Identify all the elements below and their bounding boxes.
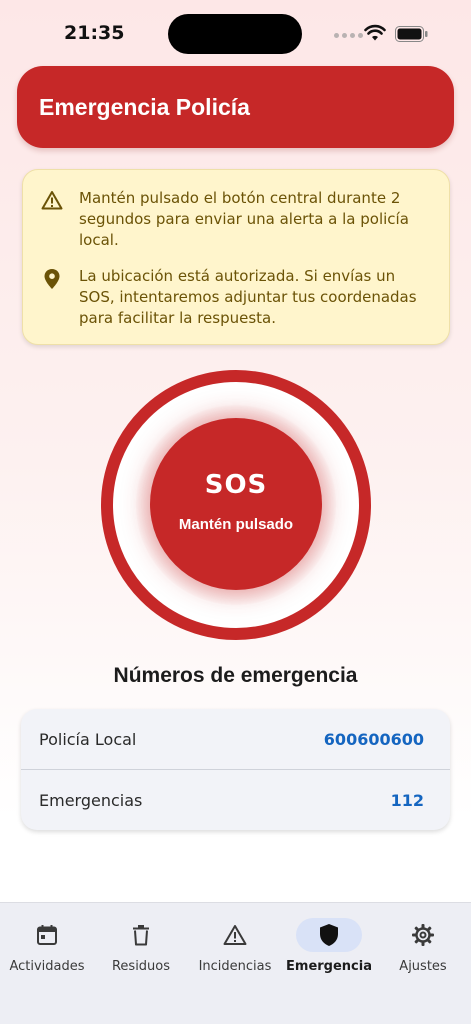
location-pin-icon <box>41 268 67 329</box>
emergency-numbers-title: Números de emergencia <box>113 664 358 687</box>
info-card: Mantén pulsado el botón central durante … <box>22 169 450 345</box>
nav-item-incidencias[interactable]: Incidencias <box>188 917 282 974</box>
nav-item-actividades[interactable]: Actividades <box>0 917 94 974</box>
calendar-icon <box>37 925 57 945</box>
sos-button[interactable]: SOS Mantén pulsado <box>150 418 322 590</box>
bottom-navigation: Actividades Residuos Incidencias Emergen… <box>0 902 471 1024</box>
page-title: Emergencia Policía <box>39 93 250 120</box>
cellular-signal-icon <box>334 33 363 38</box>
phone-number-link[interactable]: 600600600 <box>324 730 424 749</box>
warning-icon <box>223 925 247 945</box>
nav-label: Incidencias <box>198 959 272 974</box>
nav-item-ajustes[interactable]: Ajustes <box>376 917 470 974</box>
gear-icon <box>412 924 434 946</box>
emergency-numbers-list: Policía Local 600600600 Emergencias 112 <box>21 709 450 830</box>
nav-item-residuos[interactable]: Residuos <box>94 917 188 974</box>
location-notice-text: La ubicación está autorizada. Si envías … <box>79 267 417 327</box>
phone-number-link[interactable]: 112 <box>391 791 424 810</box>
wifi-icon <box>364 24 386 41</box>
warning-icon <box>41 190 67 251</box>
list-item-policia-local[interactable]: Policía Local 600600600 <box>21 709 450 769</box>
app-header: Emergencia Policía <box>17 66 454 148</box>
nav-item-emergencia[interactable]: Emergencia <box>282 917 376 974</box>
nav-label: Actividades <box>9 959 85 974</box>
location-notice: La ubicación está autorizada. Si envías … <box>41 266 429 329</box>
status-bar: 21:35 <box>0 0 471 64</box>
sos-label: SOS <box>204 469 268 500</box>
battery-icon <box>395 26 428 42</box>
shield-icon <box>320 924 338 946</box>
list-item-emergencias[interactable]: Emergencias 112 <box>21 770 450 830</box>
trash-icon <box>133 925 149 946</box>
nav-label: Emergencia <box>286 959 372 974</box>
dynamic-island <box>168 14 302 54</box>
number-label: Policía Local <box>39 729 137 749</box>
nav-label: Residuos <box>111 959 171 974</box>
alert-instructions-text: Mantén pulsado el botón central durante … <box>79 189 409 249</box>
alert-instructions: Mantén pulsado el botón central durante … <box>41 188 429 251</box>
nav-label: Ajustes <box>399 959 447 974</box>
status-time: 21:35 <box>64 22 125 44</box>
number-label: Emergencias <box>39 790 143 810</box>
sos-hold-hint: Mantén pulsado <box>178 515 294 533</box>
active-indicator <box>296 918 362 952</box>
